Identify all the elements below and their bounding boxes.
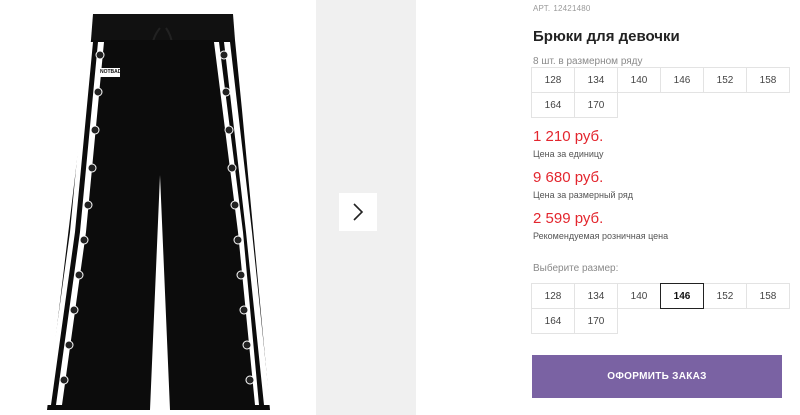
size-option[interactable]: 152 [703,283,747,309]
chevron-right-icon [353,203,364,221]
unit-price-label: Цена за единицу [533,149,604,159]
size-option[interactable]: 170 [574,308,618,334]
size-row-cell: 170 [574,92,618,118]
size-row-price: 9 680 руб. [533,169,604,186]
gallery-next-button[interactable] [339,193,377,231]
brand-tag: NOTBAD [100,69,122,75]
product-image[interactable]: NOTBAD [0,0,316,415]
size-row-cell: 146 [660,67,704,93]
pants-illustration [46,14,270,410]
sku-value: 12421480 [553,4,591,13]
size-row-grid: 128 134 140 146 152 158 164 170 [531,67,790,118]
unit-price: 1 210 руб. [533,128,604,145]
size-option[interactable]: 128 [531,283,575,309]
sku-line: АРТ. 12421480 [533,4,594,13]
size-row-price-label: Цена за размерный ряд [533,190,634,200]
size-option[interactable]: 134 [574,283,618,309]
choose-size-label: Выберите размер: [533,263,619,274]
size-row-cell: 134 [574,67,618,93]
size-selector: 128 134 140 146 152 158 164 170 [531,283,790,334]
size-row-cell: 128 [531,67,575,93]
retail-price-label: Рекомендуемая розничная цена [533,231,669,241]
size-row-note: 8 шт. в размерном ряду [533,56,643,67]
size-row-cell: 140 [617,67,661,93]
retail-price: 2 599 руб. [533,210,604,227]
product-title: Брюки для девочки [533,28,680,45]
size-option[interactable]: 158 [746,283,790,309]
size-row-cell: 158 [746,67,790,93]
sku-prefix: АРТ. [533,4,551,13]
order-button[interactable]: ОФОРМИТЬ ЗАКАЗ [532,355,782,398]
size-option-selected[interactable]: 146 [660,283,704,309]
size-option[interactable]: 140 [617,283,661,309]
size-row-cell: 164 [531,92,575,118]
size-option[interactable]: 164 [531,308,575,334]
size-row-cell: 152 [703,67,747,93]
